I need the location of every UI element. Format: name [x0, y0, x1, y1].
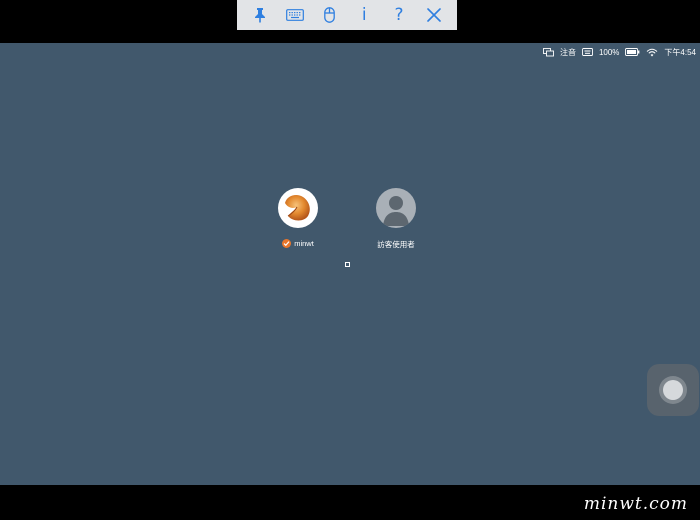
- remote-toolbar: i ?: [237, 0, 457, 30]
- user-avatar[interactable]: [376, 188, 416, 228]
- fortune-cookie-icon: [285, 195, 310, 221]
- pin-button[interactable]: [247, 2, 273, 28]
- info-button[interactable]: i: [351, 2, 377, 28]
- assistive-touch-button[interactable]: [647, 364, 699, 416]
- user-avatar[interactable]: [278, 188, 318, 228]
- menu-bar: 注音 100% 下午4:54: [543, 45, 696, 59]
- keyboard-icon: [286, 9, 304, 21]
- help-button[interactable]: ?: [386, 2, 412, 28]
- close-icon: [426, 8, 441, 22]
- logged-in-badge-icon: [282, 239, 292, 248]
- battery-percent: 100%: [598, 47, 620, 57]
- guest-silhouette-icon: [383, 196, 409, 226]
- wifi-icon[interactable]: [646, 48, 658, 57]
- watermark: minwt.com: [583, 494, 688, 514]
- close-button[interactable]: [421, 2, 447, 28]
- login-screen: 注音 100% 下午4:54 minwt 訪客使用者: [0, 43, 700, 485]
- airplay-icon[interactable]: [543, 47, 554, 57]
- keyboard-viewer-icon[interactable]: [582, 48, 593, 56]
- keyboard-button[interactable]: [282, 2, 308, 28]
- user-minwt[interactable]: minwt: [263, 188, 333, 248]
- mouse-icon: [324, 7, 335, 23]
- clock[interactable]: 下午4:54: [664, 47, 696, 58]
- battery-icon[interactable]: [625, 48, 640, 56]
- user-name-label: minwt: [294, 239, 314, 248]
- input-method-label[interactable]: 注音: [560, 47, 576, 58]
- assistive-touch-icon: [659, 376, 687, 404]
- pin-icon: [255, 8, 266, 23]
- cursor-focus-indicator: [345, 262, 350, 267]
- remote-desktop-frame: i ? 注音 100% 下午4:54 minwt 訪客使用者 minwt.com: [0, 0, 700, 520]
- user-guest[interactable]: 訪客使用者: [361, 188, 431, 250]
- info-label: i: [361, 4, 367, 25]
- mouse-button[interactable]: [317, 2, 343, 28]
- user-name-label: 訪客使用者: [377, 240, 415, 249]
- help-label: ?: [394, 4, 404, 25]
